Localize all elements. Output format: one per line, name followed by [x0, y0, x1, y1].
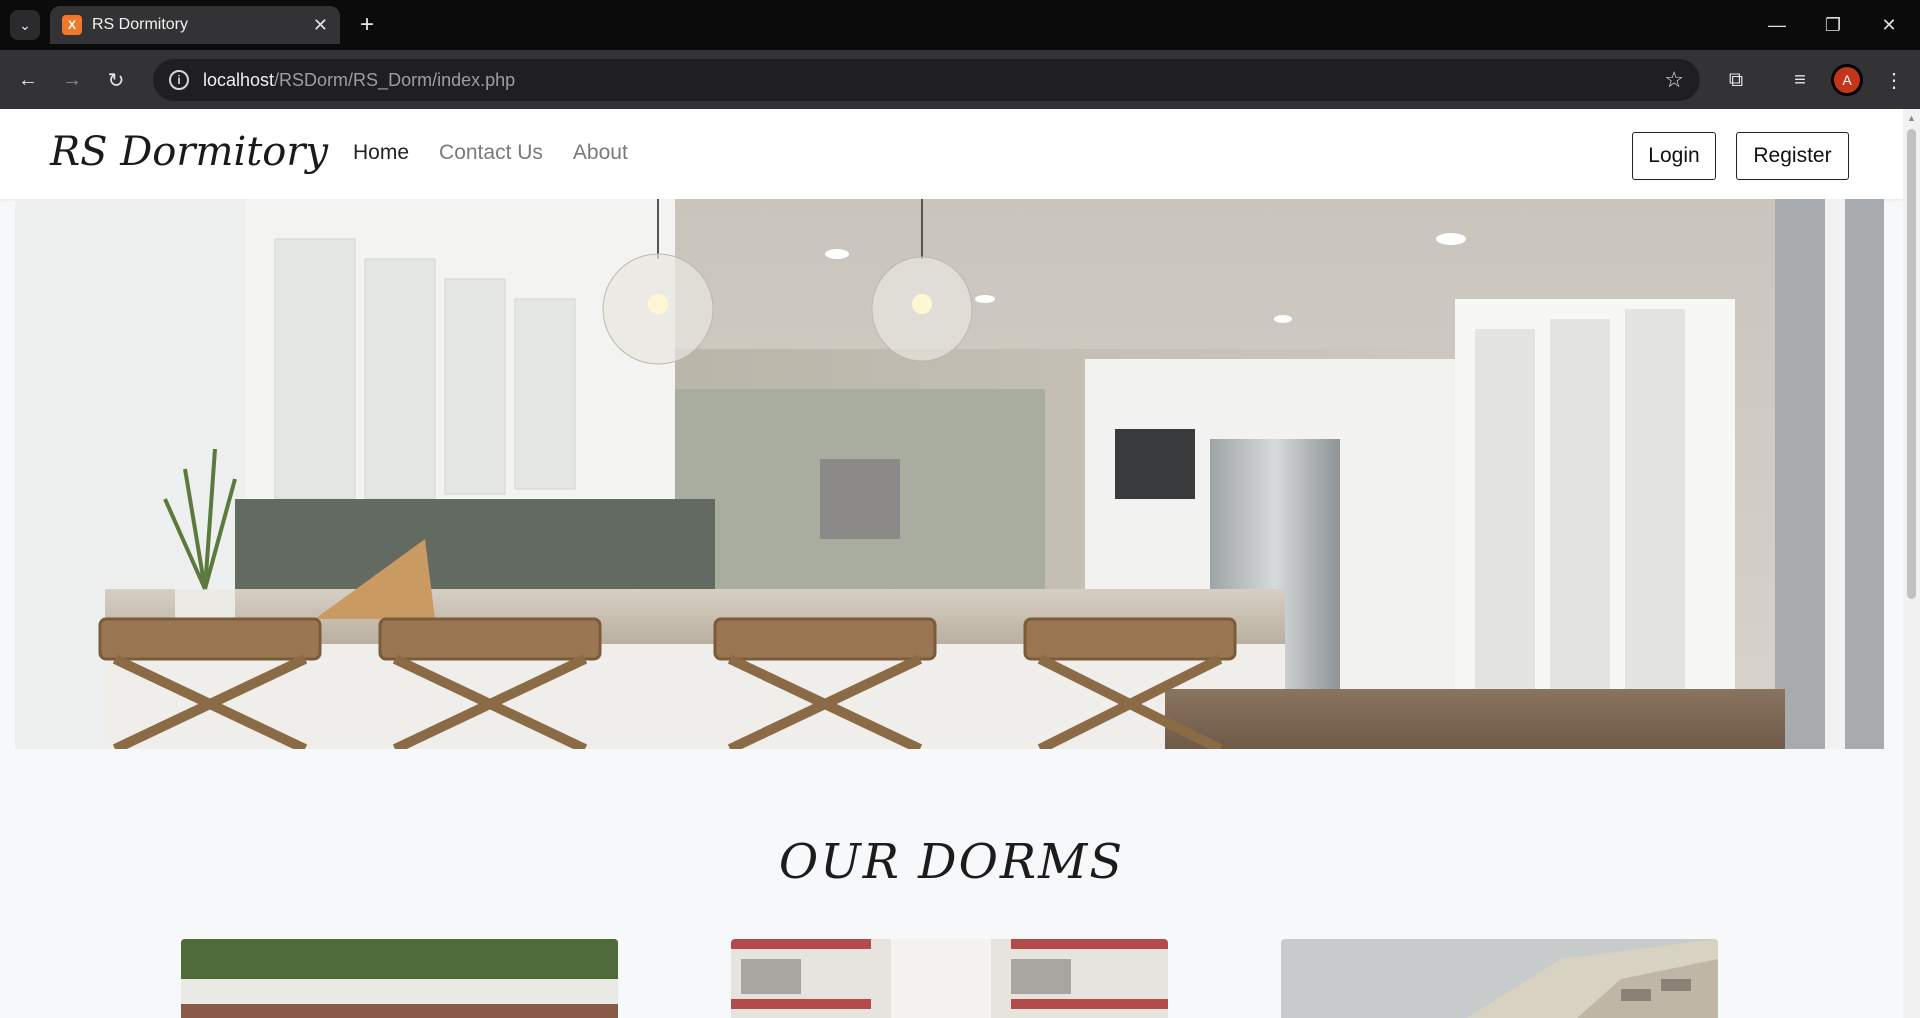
url-text: localhost/RSDorm/RS_Dorm/index.php [203, 70, 515, 91]
url-path: /RSDorm/RS_Dorm/index.php [274, 69, 516, 90]
hero-image [15, 199, 1884, 749]
site-info-icon[interactable]: i [169, 70, 189, 90]
login-button[interactable]: Login [1632, 132, 1716, 180]
register-button[interactable]: Register [1736, 132, 1849, 180]
minimize-icon[interactable]: — [1754, 0, 1800, 50]
tab-search-icon[interactable]: ⌄ [10, 10, 40, 40]
nav-home[interactable]: Home [353, 141, 409, 165]
dorm-card-image[interactable] [181, 939, 618, 1018]
dorm-card-image[interactable] [1281, 939, 1718, 1018]
forward-icon[interactable]: → [56, 64, 88, 96]
browser-tab[interactable]: X RS Dormitory ✕ [50, 6, 340, 44]
browser-toolbar: ← → ↻ i localhost/RSDorm/RS_Dorm/index.p… [0, 50, 1920, 109]
tab-title: RS Dormitory [92, 16, 189, 33]
nav-about[interactable]: About [573, 141, 628, 165]
restore-icon[interactable]: ❐ [1810, 0, 1856, 50]
profile-avatar[interactable]: A [1831, 64, 1863, 96]
dorm-card-image[interactable] [731, 939, 1168, 1018]
new-tab-icon[interactable]: + [352, 10, 382, 40]
nav-contact[interactable]: Contact Us [439, 141, 543, 165]
page-scrollbar[interactable]: ▲ [1903, 109, 1920, 1018]
extensions-icon[interactable]: ⧉ [1720, 64, 1752, 96]
url-host: localhost [203, 69, 275, 90]
scrollbar-thumb[interactable] [1907, 129, 1916, 599]
close-window-icon[interactable]: ✕ [1866, 0, 1912, 50]
scroll-up-icon[interactable]: ▲ [1907, 113, 1916, 123]
back-icon[interactable]: ← [12, 64, 44, 96]
menu-icon[interactable]: ⋮ [1878, 64, 1910, 96]
address-bar[interactable]: i localhost/RSDorm/RS_Dorm/index.php ☆ [153, 59, 1700, 101]
browser-tabstrip: ⌄ X RS Dormitory ✕ + — ❐ ✕ [0, 0, 1920, 50]
site-brand[interactable]: RS Dormitory [50, 129, 328, 175]
site-nav: Home Contact Us About [353, 141, 628, 165]
favicon-icon: X [62, 15, 82, 35]
bookmark-star-icon[interactable]: ☆ [1664, 67, 1684, 93]
tab-close-icon[interactable]: ✕ [313, 15, 328, 36]
media-control-icon[interactable]: ≡ [1784, 64, 1816, 96]
page-viewport: RS Dormitory Home Contact Us About Login… [0, 109, 1903, 1018]
site-navbar: RS Dormitory Home Contact Us About Login… [0, 109, 1903, 199]
reload-icon[interactable]: ↻ [100, 64, 132, 96]
section-title-dorms: OUR DORMS [778, 834, 1125, 890]
